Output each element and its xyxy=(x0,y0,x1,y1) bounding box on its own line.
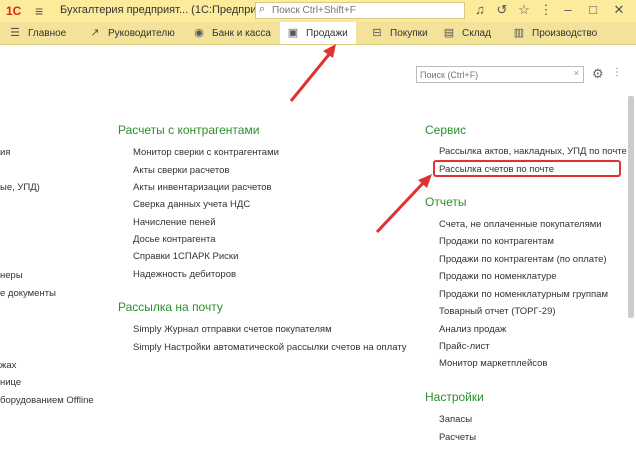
arrow-to-invoice-mailing xyxy=(375,179,427,234)
annotation-arrows xyxy=(289,44,432,234)
arrow-to-sales xyxy=(289,51,333,102)
